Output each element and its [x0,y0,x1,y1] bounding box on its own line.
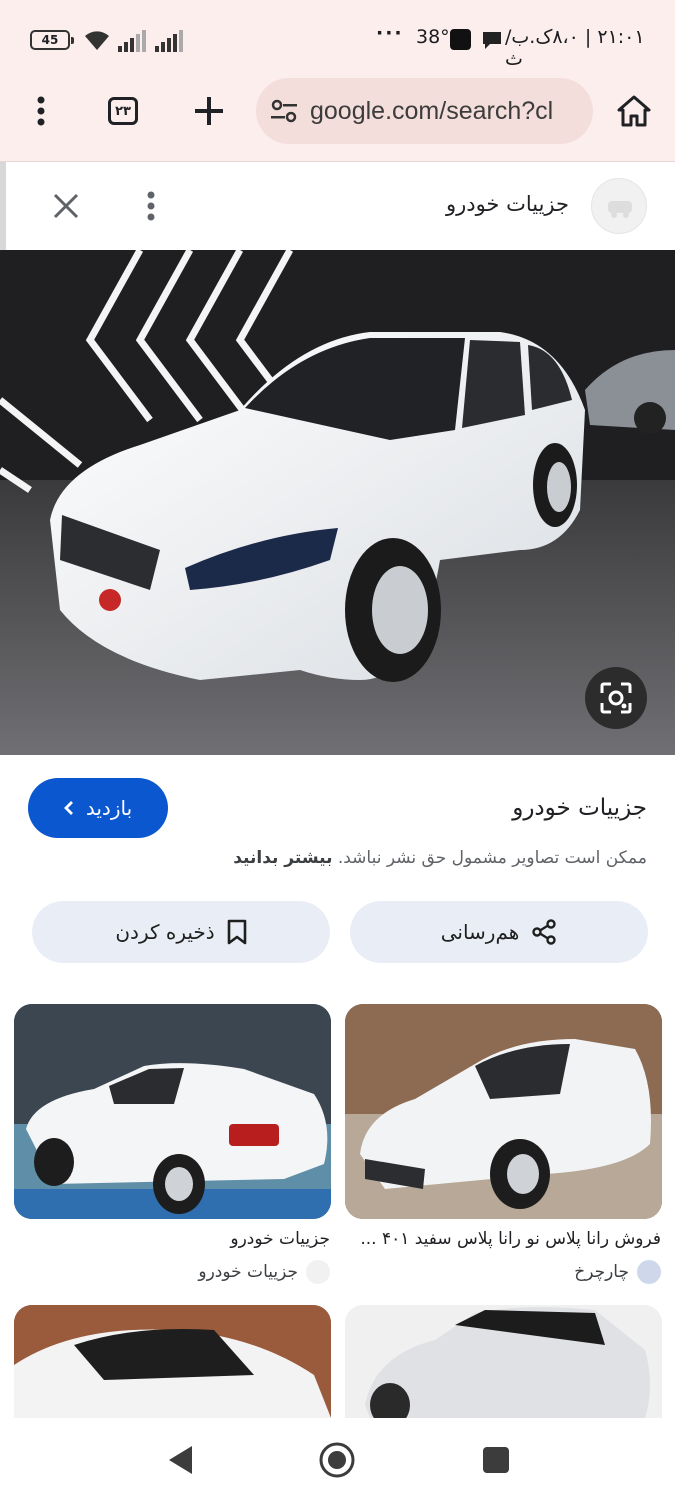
wifi-icon [85,31,109,50]
home-icon[interactable] [607,84,661,138]
related-photo-2 [14,1004,331,1219]
home-nav-icon[interactable] [318,1441,356,1479]
site-favicon [591,178,647,234]
browser-toolbar: ۲۳ google.com/search?cl [0,78,675,162]
globe-icon [637,1260,661,1284]
recents-icon[interactable] [482,1446,510,1474]
back-icon[interactable] [166,1444,194,1476]
battery-icon: 45 [30,30,74,50]
related-source-label-1: چارچرخ [574,1262,629,1282]
related-source-label-2: جزییات خودرو [198,1262,298,1282]
copyright-notice: ممکن است تصاویر مشمول حق نشر نباشد. بیشت… [233,848,647,868]
panel-header: جزییات خودرو [0,162,675,250]
browser-menu-icon[interactable] [14,84,68,138]
image-title: جزییات خودرو [512,795,647,821]
lens-icon[interactable] [585,667,647,729]
more-vert-icon[interactable] [136,186,166,226]
chat-notification-icon [483,32,501,49]
share-icon [532,919,557,945]
car-photo [0,250,675,755]
system-navigation-bar [0,1418,675,1500]
related-source-1[interactable]: چارچرخ [574,1260,661,1284]
related-image-2[interactable] [14,1004,331,1219]
signal-icon [118,30,146,52]
site-favicon-small [306,1260,330,1284]
new-tab-icon[interactable] [182,84,236,138]
app-notification-icon [450,29,471,50]
related-image-1[interactable] [345,1004,662,1219]
temperature: 38° [416,26,450,48]
learn-more-link[interactable]: بیشتر بدانید [233,848,332,868]
share-button[interactable]: هم‌رسانی [350,901,648,963]
visit-button[interactable]: بازدید [28,778,168,838]
share-label: هم‌رسانی [440,920,520,944]
battery-level: 45 [41,33,59,47]
signal-2-icon [155,30,183,52]
url-text: google.com/search?cl [310,96,554,125]
related-photo-4 [14,1305,331,1418]
site-settings-icon[interactable] [270,99,298,123]
save-label: ذخیره کردن [115,920,215,944]
status-time: ۲۱:۰۱ | ۸،۰ک.ب/ث [505,26,645,70]
related-photo-3 [345,1305,662,1418]
more-notifications-icon: ··· [376,22,404,44]
related-title-1[interactable]: فروش رانا پلاس نو رانا پلاس سفید ۴۰۱ ... [360,1229,661,1249]
related-image-3[interactable] [345,1305,662,1418]
related-source-2[interactable]: جزییات خودرو [198,1260,330,1284]
panel-title: جزییات خودرو [445,192,569,216]
bookmark-icon [227,919,246,945]
chevron-left-icon [63,801,73,815]
main-car-image[interactable] [0,250,675,755]
close-icon[interactable] [46,186,86,226]
copyright-text: ممکن است تصاویر مشمول حق نشر نباشد. [337,848,647,868]
save-button[interactable]: ذخیره کردن [32,901,330,963]
visit-label: بازدید [85,796,133,820]
tab-count: ۲۳ [108,97,138,125]
address-bar[interactable]: google.com/search?cl [256,78,593,144]
related-title-2[interactable]: جزییات خودرو [230,1229,330,1249]
related-photo-1 [345,1004,662,1219]
tab-switcher-button[interactable]: ۲۳ [96,84,150,138]
related-image-4[interactable] [14,1305,331,1418]
status-bar: 45 ··· 38° ۲۱:۰۱ | ۸،۰ک.ب/ث [0,0,675,80]
